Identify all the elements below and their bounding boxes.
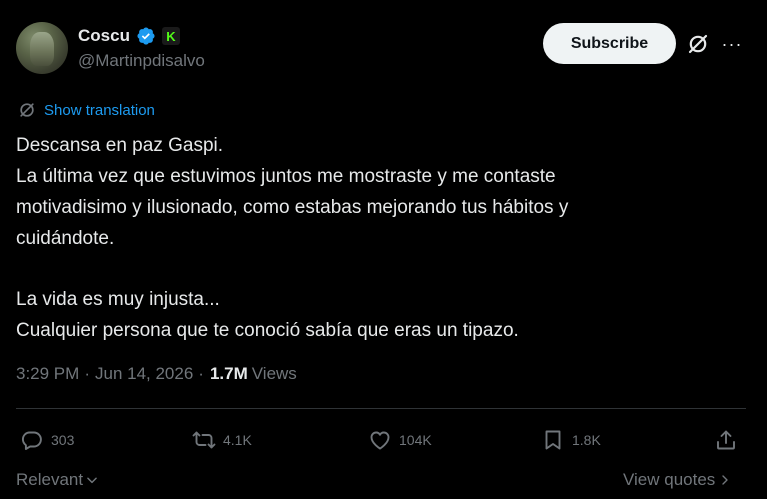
meta-separator: · — [84, 364, 90, 383]
tweet-line: cuidándote. — [16, 228, 115, 249]
heart-icon — [370, 431, 390, 450]
tweet-line: motivadisimo y ilusionado, como estabas … — [16, 197, 569, 218]
ellipsis-icon: ··· — [721, 34, 743, 54]
reply-button[interactable]: 303 — [20, 424, 74, 456]
more-options-button[interactable]: ··· — [720, 32, 744, 56]
translate-icon — [20, 103, 34, 117]
show-translation-label: Show translation — [44, 101, 155, 119]
like-count: 104K — [399, 432, 432, 448]
tweet-line: Descansa en paz Gaspi. — [16, 135, 224, 156]
repost-icon — [192, 431, 216, 449]
kick-badge-icon[interactable]: K — [161, 27, 180, 45]
reply-icon — [21, 431, 42, 450]
grok-icon[interactable] — [686, 32, 710, 56]
repost-button[interactable]: 4.1K — [192, 424, 252, 456]
sort-replies-dropdown[interactable]: Relevant — [16, 470, 99, 490]
reply-count: 303 — [51, 432, 75, 448]
repost-count: 4.1K — [223, 432, 252, 448]
share-button[interactable] — [714, 424, 738, 456]
author-display-name[interactable]: Coscu — [78, 26, 130, 46]
subscribe-button[interactable]: Subscribe — [543, 23, 676, 64]
kick-badge-letter: K — [166, 28, 176, 44]
show-translation-link[interactable]: Show translation — [17, 100, 155, 120]
divider — [16, 408, 746, 409]
tweet-line: Cualquier persona que te conoció sabía q… — [16, 320, 519, 341]
tweet-line: La vida es muy injusta... — [16, 289, 220, 310]
like-button[interactable]: 104K — [368, 424, 432, 456]
verified-badge-icon[interactable] — [136, 26, 156, 46]
chevron-right-icon — [722, 475, 729, 485]
view-quotes-label: View quotes — [623, 470, 716, 489]
author-handle[interactable]: @Martinpdisalvo — [78, 51, 205, 71]
action-bar: 303 4.1K 104K 1.8K — [16, 424, 746, 456]
view-quotes-link[interactable]: View quotes — [623, 470, 731, 490]
bookmark-icon — [545, 430, 561, 450]
sort-label: Relevant — [16, 470, 84, 489]
author-name-row: Coscu K — [78, 26, 180, 46]
tweet-time[interactable]: 3:29 PM — [16, 364, 79, 384]
bookmark-count: 1.8K — [572, 432, 601, 448]
tweet-meta: 3:29 PM · Jun 14, 2026 · 1.7M Views — [16, 364, 297, 384]
meta-separator: · — [198, 364, 204, 383]
avatar-figure — [30, 32, 54, 66]
tweet-line: La última vez que estuvimos juntos me mo… — [16, 166, 556, 187]
chevron-down-icon — [87, 477, 97, 484]
tweet-date[interactable]: Jun 14, 2026 — [95, 364, 193, 384]
views-count[interactable]: 1.7M — [210, 364, 248, 384]
avatar[interactable] — [16, 22, 68, 74]
share-icon — [717, 430, 735, 450]
tweet-text: Descansa en paz Gaspi. La última vez que… — [16, 130, 746, 346]
views-label: Views — [251, 364, 297, 383]
bookmark-button[interactable]: 1.8K — [541, 424, 601, 456]
